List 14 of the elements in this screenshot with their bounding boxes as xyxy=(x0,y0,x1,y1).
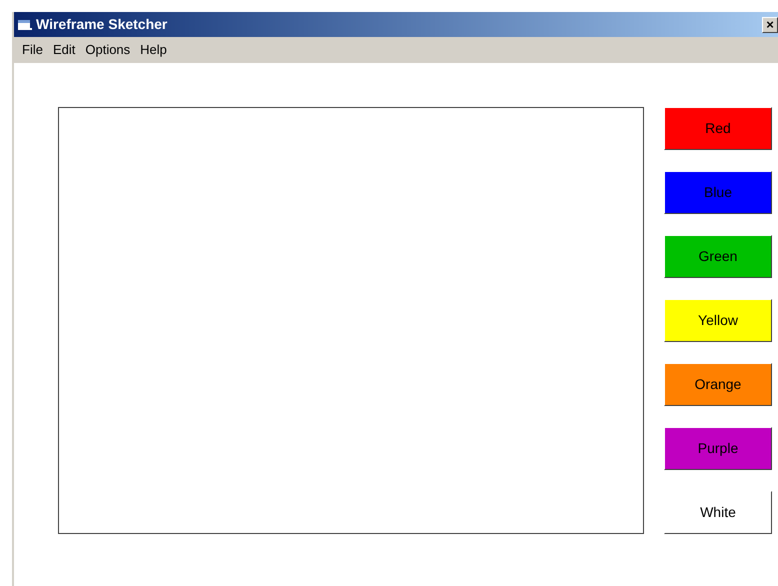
close-button[interactable]: × xyxy=(762,16,778,32)
drawing-canvas[interactable] xyxy=(58,107,644,534)
color-button[interactable]: White xyxy=(664,491,772,534)
app-icon xyxy=(17,18,33,32)
menu-item[interactable]: Edit xyxy=(52,40,76,60)
color-button[interactable]: Yellow xyxy=(664,299,772,342)
menu-item[interactable]: File xyxy=(22,40,43,60)
color-button[interactable]: Purple xyxy=(664,427,772,470)
menu-item[interactable]: Options xyxy=(85,40,130,60)
menu-item[interactable]: Help xyxy=(140,40,167,60)
color-button[interactable]: Red xyxy=(664,107,772,150)
color-button[interactable]: Orange xyxy=(664,363,772,406)
window-title: Wireframe Sketcher xyxy=(36,15,168,34)
color-button[interactable]: Green xyxy=(664,235,772,278)
